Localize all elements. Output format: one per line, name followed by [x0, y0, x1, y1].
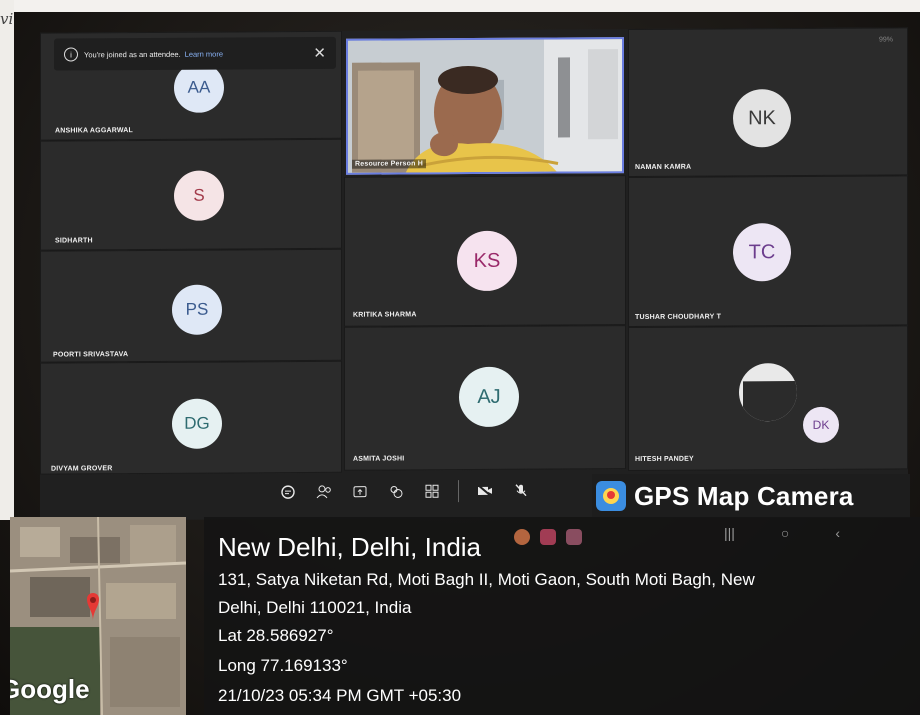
info-icon: i	[64, 47, 78, 62]
participant-name: ANSHIKA AGGARWAL	[55, 127, 133, 135]
view-icon[interactable]	[414, 474, 450, 508]
chat-icon[interactable]	[270, 475, 306, 509]
share-icon[interactable]	[342, 475, 378, 509]
close-icon[interactable]: ✕	[313, 44, 326, 62]
toolbar-divider	[458, 480, 459, 503]
meeting-toolbar	[270, 474, 539, 510]
participant-tile[interactable]: AJ ASMITA JOSHI	[344, 325, 626, 471]
reactions-icon[interactable]	[378, 474, 414, 508]
corner-glyph: vi	[0, 10, 14, 28]
participant-name: TUSHAR CHOUDHARY T	[635, 313, 722, 322]
latitude: Lat 28.586927°	[218, 626, 334, 645]
avatar: S	[174, 170, 224, 221]
android-nav: ||| ○ ‹	[724, 525, 840, 541]
gmail-icon	[566, 529, 582, 545]
participant-tile[interactable]: 99% NK NAMAN KAMRA	[628, 27, 908, 178]
chrome-icon	[514, 529, 530, 545]
participant-name: DIVYAM GROVER	[51, 465, 113, 473]
participant-name: POORTI SRIVASTAVA	[53, 351, 129, 359]
address-line-2: Delhi, Delhi 110021, India	[218, 598, 412, 617]
participant-tile[interactable]: DG DIVYAM GROVER	[40, 360, 342, 475]
participant-tile[interactable]: PS POORTI SRIVASTAVA	[40, 248, 342, 363]
participant-name: KRITIKA SHARMA	[353, 311, 417, 319]
participant-tile[interactable]: TC TUSHAR CHOUDHARY T	[628, 175, 908, 328]
participant-name: NAMAN KAMRA	[635, 163, 692, 172]
gps-camera-icon	[596, 481, 626, 511]
participant-tile[interactable]: S SIDHARTH	[40, 138, 342, 251]
app-icon	[540, 529, 556, 545]
recents-icon[interactable]: |||	[724, 525, 735, 541]
gps-brand-badge: GPS Map Camera	[592, 474, 910, 518]
location-city: New Delhi, Delhi, India	[218, 532, 482, 562]
learn-more-link[interactable]: Learn more	[185, 49, 223, 58]
photo-frame-top	[0, 0, 920, 12]
attendee-toast: i You're joined as an attendee. Learn mo…	[54, 36, 336, 71]
participant-tile[interactable]: KS KRITIKA SHARMA	[344, 175, 626, 327]
meeting-screen: AA ANSHIKA AGGARWAL S SIDHARTH PS POORTI…	[40, 27, 908, 521]
timestamp: 21/10/23 05:34 PM GMT +05:30	[218, 686, 462, 705]
avatar: AJ	[459, 366, 519, 428]
participant-name: HITESH PANDEY	[635, 455, 694, 464]
participant-name: Resource Person H	[352, 159, 426, 169]
avatar: DK	[803, 406, 839, 443]
address-line-1: 131, Satya Niketan Rd, Moti Bagh II, Mot…	[218, 570, 755, 589]
profile-photo	[739, 363, 797, 422]
avatar: PS	[172, 284, 222, 335]
avatar: DG	[172, 398, 222, 449]
speaker-video	[348, 39, 624, 175]
avatar: TC	[733, 223, 791, 282]
map-attribution: Google	[10, 674, 90, 704]
participant-tile[interactable]: DK HITESH PANDEY	[628, 325, 908, 472]
taskbar-apps	[514, 529, 582, 545]
video-tile[interactable]: Resource Person H	[346, 37, 624, 175]
gps-brand-name: GPS Map Camera	[634, 480, 854, 511]
home-icon[interactable]: ○	[781, 525, 789, 541]
avatar: NK	[733, 89, 791, 148]
avatar: KS	[457, 230, 517, 292]
longitude: Long 77.169133°	[218, 656, 348, 675]
map-thumbnail: Google	[10, 517, 186, 715]
mic-off-icon[interactable]	[503, 474, 539, 508]
toast-message: You're joined as an attendee.	[84, 49, 181, 59]
people-icon[interactable]	[306, 475, 342, 509]
avatar: AA	[174, 62, 224, 113]
photo-frame-left	[0, 0, 14, 520]
camera-off-icon[interactable]	[467, 474, 503, 508]
battery-level: 99%	[878, 36, 893, 44]
participant-name: SIDHARTH	[55, 237, 93, 245]
back-icon[interactable]: ‹	[835, 525, 840, 541]
participant-name: ASMITA JOSHI	[353, 455, 405, 463]
